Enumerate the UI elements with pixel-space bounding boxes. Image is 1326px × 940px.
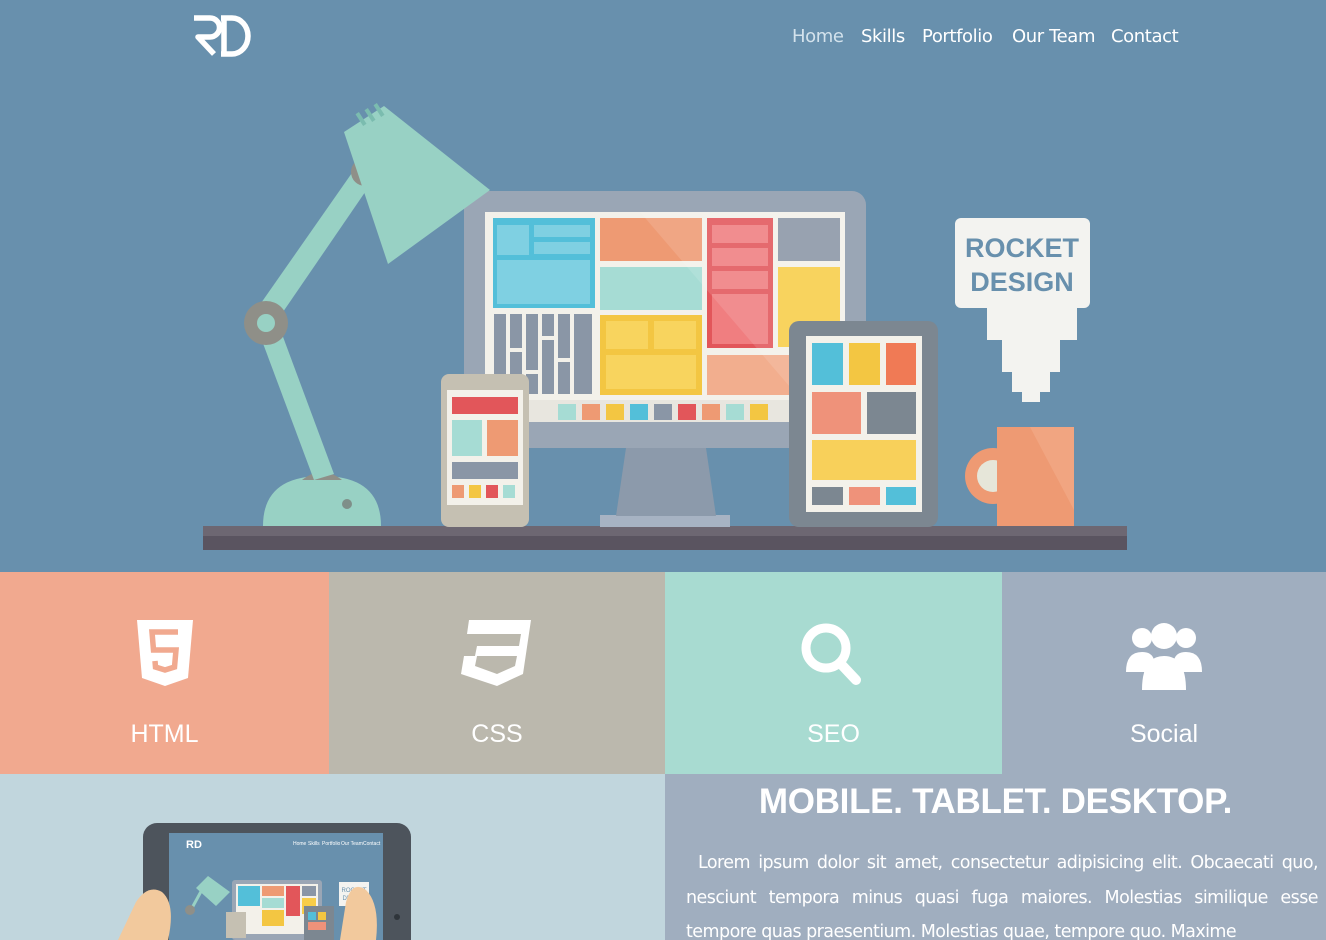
skill-label-css: CSS: [471, 720, 523, 748]
skill-label-html: HTML: [130, 720, 199, 748]
hero-illustration: ROCKET DESIGN: [203, 103, 1127, 550]
skill-tile-html[interactable]: HTML: [0, 572, 329, 774]
rocket-design-sign: ROCKET DESIGN: [955, 218, 1090, 402]
desk-shelf: [203, 526, 1127, 550]
mini-nav-contact: Contact: [363, 841, 381, 847]
skill-tile-seo[interactable]: SEO: [665, 572, 1002, 774]
sign-line-2: DESIGN: [970, 267, 1074, 297]
tablet-in-hands-illustration: RD Home Skills Portfolio Our Team Contac…: [118, 823, 411, 940]
mini-nav-home: Home: [293, 841, 307, 847]
mini-logo: RD: [186, 839, 202, 851]
phone-illustration: [441, 374, 529, 527]
search-icon: [801, 623, 861, 685]
skill-label-social: Social: [1129, 720, 1199, 748]
mini-nav-our-team: Our Team: [341, 841, 363, 847]
skill-tile-css[interactable]: CSS: [329, 572, 665, 774]
users-icon: [1126, 623, 1202, 690]
left-hand-illustration: [118, 889, 171, 940]
responsive-headline: MOBILE. TABLET. DESKTOP.: [758, 782, 1233, 821]
skills-tiles: HTML CSS SEO Social: [0, 572, 1326, 774]
coffee-mug-illustration: [965, 427, 1074, 526]
hero-section: Home Skills Portfolio Our Team Contact R…: [0, 0, 1326, 572]
mini-nav-skills: Skills: [308, 841, 320, 847]
responsive-preview-section: RD Home Skills Portfolio Our Team Contac…: [0, 774, 665, 940]
html5-icon: [136, 620, 193, 686]
skill-label-seo: SEO: [807, 720, 860, 748]
sign-line-1: ROCKET: [965, 233, 1080, 263]
css3-icon: [461, 620, 531, 686]
tablet-illustration: [789, 321, 938, 527]
skill-tile-social[interactable]: Social: [1002, 572, 1326, 774]
responsive-info-section: MOBILE. TABLET. DESKTOP. Lorem ipsum dol…: [665, 774, 1326, 940]
responsive-paragraph: Lorem ipsum dolor sit amet, consectetur …: [686, 853, 1319, 940]
mini-nav-portfolio: Portfolio: [322, 841, 341, 847]
